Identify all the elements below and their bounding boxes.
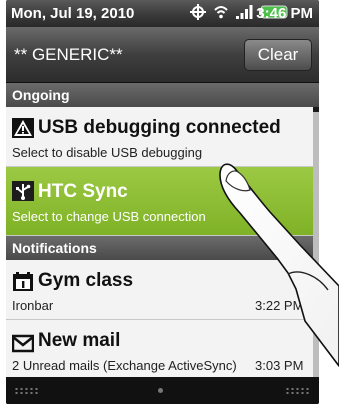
notification-title: USB debugging connected bbox=[38, 117, 281, 138]
notification-subtitle: 2 Unread mails (Exchange ActiveSync) bbox=[12, 358, 237, 373]
notification-gym-class[interactable]: Gym class Ironbar 3:22 PM bbox=[6, 260, 313, 320]
notification-title: HTC Sync bbox=[38, 181, 128, 202]
status-time: 3:46 PM bbox=[256, 5, 313, 22]
section-notifications: Notifications bbox=[6, 236, 319, 260]
clear-button[interactable]: Clear bbox=[244, 39, 312, 71]
notification-time: 3:03 PM bbox=[252, 358, 304, 373]
notification-subtitle: Select to change USB connection bbox=[12, 209, 206, 224]
notification-htc-sync[interactable]: HTC Sync Select to change USB connection bbox=[6, 167, 313, 236]
status-date: Mon, Jul 19, 2010 bbox=[11, 5, 135, 22]
notification-subtitle: Ironbar bbox=[12, 298, 54, 313]
calendar-icon bbox=[13, 272, 33, 291]
notification-new-mail[interactable]: New mail 2 Unread mails (Exchange Active… bbox=[6, 320, 313, 377]
notification-drawer-handle[interactable] bbox=[6, 377, 319, 404]
notification-subtitle: Select to disable USB debugging bbox=[12, 145, 203, 160]
handle-center-dot bbox=[158, 388, 163, 393]
usb-icon bbox=[12, 181, 34, 201]
grip-dots-left bbox=[14, 387, 40, 395]
phone-screen: Mon, Jul 19, 2010 3:46 PM ** GENERIC** C… bbox=[6, 0, 319, 404]
carrier-name: ** GENERIC** bbox=[14, 45, 123, 64]
notification-header: ** GENERIC** Clear bbox=[6, 27, 319, 83]
notification-usb-debugging[interactable]: USB debugging connected Select to disabl… bbox=[6, 107, 313, 167]
grip-dots-right bbox=[285, 387, 311, 395]
notification-title: Gym class bbox=[38, 270, 134, 291]
scrollbar[interactable] bbox=[313, 112, 319, 377]
notification-time: 3:22 PM bbox=[255, 298, 304, 313]
signal-icon bbox=[236, 5, 253, 19]
section-ongoing: Ongoing bbox=[6, 83, 319, 107]
wifi-icon bbox=[214, 6, 228, 19]
gps-icon bbox=[190, 4, 206, 20]
mail-icon bbox=[12, 334, 34, 353]
status-bar: Mon, Jul 19, 2010 3:46 PM bbox=[6, 0, 319, 27]
notification-title: New mail bbox=[38, 330, 121, 351]
warning-icon bbox=[12, 118, 34, 138]
